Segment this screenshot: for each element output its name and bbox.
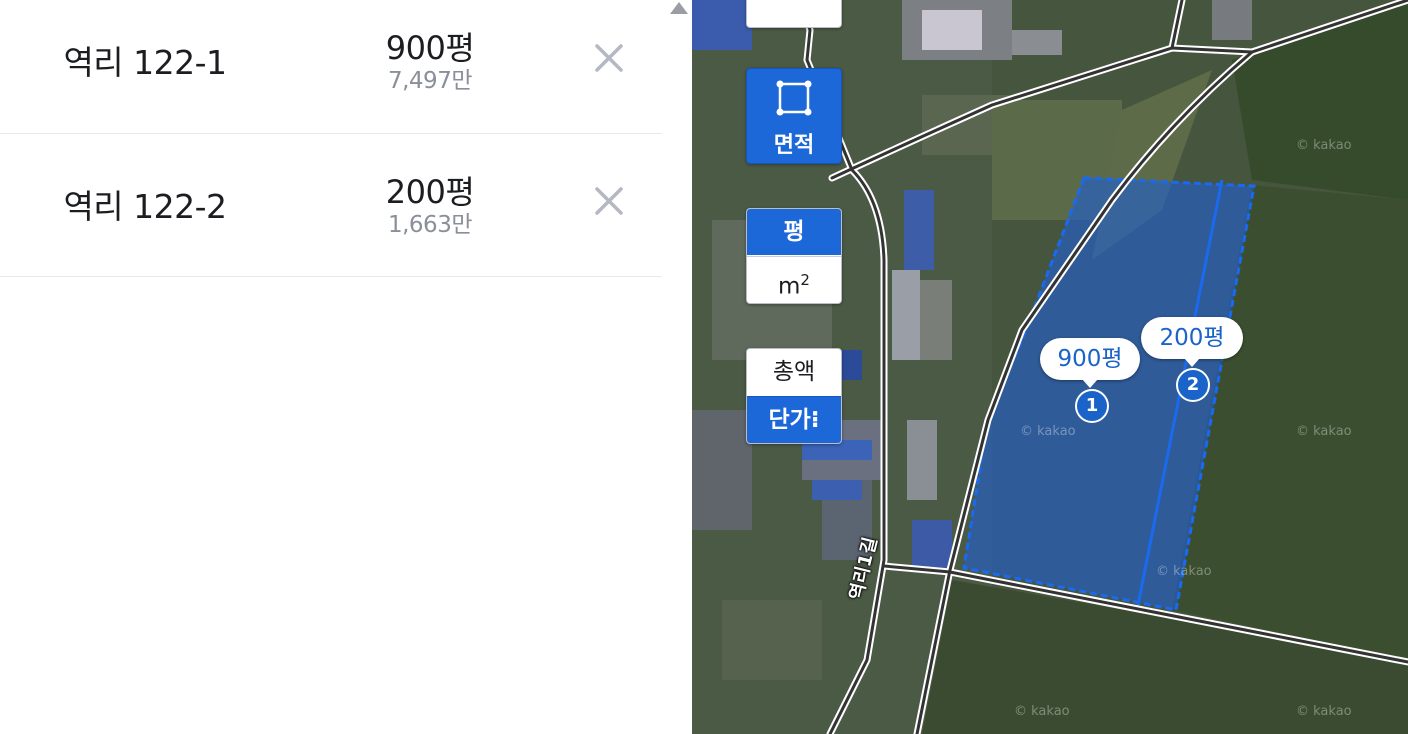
unit-sqm-label: m: [778, 273, 801, 300]
price-option-total[interactable]: 총액: [747, 349, 841, 395]
parcel-price: 7,497만: [387, 68, 473, 94]
remove-button[interactable]: [589, 181, 629, 221]
parcel-list-panel: 역리 122-1 900평 7,497만 역리 122-2 200평 1,663…: [0, 0, 662, 734]
unit-option-sqm[interactable]: m2: [747, 256, 841, 303]
satellite-map[interactable]: 면적 평 m2 총액 단가⁝ 900평 200평 1 2 역리1길 © kaka…: [692, 0, 1408, 734]
unit-option-pyeong[interactable]: 평: [747, 209, 841, 255]
area-measure-button[interactable]: 면적: [746, 68, 842, 164]
unit-toggle[interactable]: 평 m2: [746, 208, 842, 304]
remove-button[interactable]: [589, 38, 629, 78]
parcel-area-bubble[interactable]: 200평: [1141, 317, 1243, 367]
map-watermark: © kakao: [1014, 704, 1070, 719]
map-watermark: © kakao: [1296, 424, 1352, 439]
parcel-address: 역리 122-2: [63, 187, 227, 226]
list-item[interactable]: 역리 122-2 200평 1,663만: [0, 134, 662, 277]
scroll-up-arrow-icon[interactable]: [670, 2, 688, 14]
polygon-square-icon: [776, 80, 812, 116]
map-watermark: © kakao: [1296, 704, 1352, 719]
map-control-button[interactable]: [746, 0, 842, 28]
map-watermark: © kakao: [1296, 138, 1352, 153]
close-icon: [595, 44, 623, 72]
scrollbar[interactable]: [662, 0, 692, 734]
map-watermark: © kakao: [1156, 564, 1212, 579]
map-watermark: © kakao: [1020, 424, 1076, 439]
parcel-price: 1,663만: [387, 212, 473, 238]
area-measure-label: 면적: [773, 133, 815, 158]
parcel-address: 역리 122-1: [63, 43, 227, 82]
close-icon: [595, 187, 623, 215]
parcel-number-marker[interactable]: 1: [1075, 389, 1109, 423]
price-toggle[interactable]: 총액 단가⁝: [746, 348, 842, 444]
parcel-number-marker[interactable]: 2: [1176, 368, 1210, 402]
unit-sqm-superscript: 2: [800, 271, 810, 289]
price-option-unit[interactable]: 단가⁝: [747, 396, 841, 443]
parcel-area-bubble[interactable]: 900평: [1040, 338, 1140, 388]
list-item[interactable]: 역리 122-1 900평 7,497만: [0, 0, 662, 134]
